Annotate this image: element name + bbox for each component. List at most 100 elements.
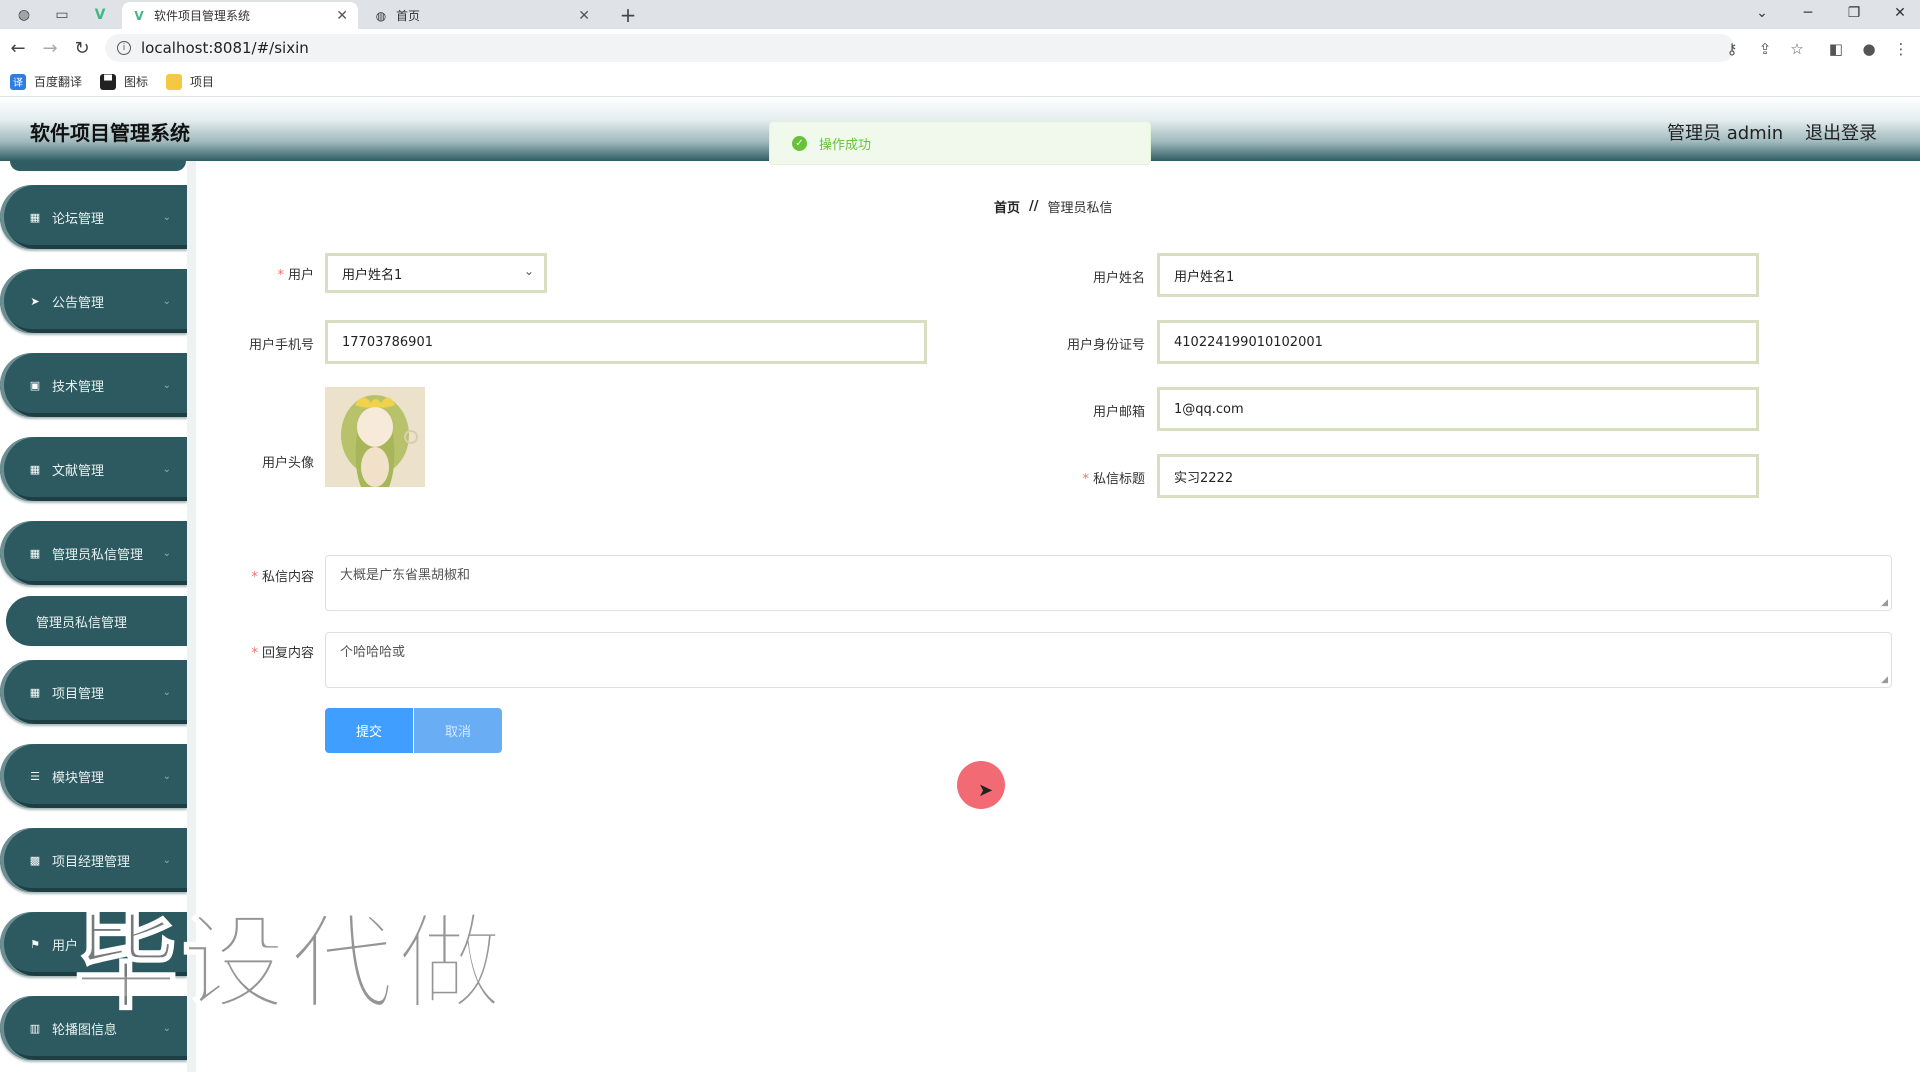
sidebar-item-label: 技术管理 [52,379,105,395]
folder-dark-icon: ▀ [100,73,117,90]
user-label: * 用户 [277,268,314,283]
tab-app[interactable]: V 软件项目管理系统 ✕ [122,2,358,29]
sidebar-item-partial[interactable] [10,161,186,171]
url-input[interactable]: i localhost:8081/#/sixin [105,34,1735,62]
reply-textarea[interactable]: 个哈哈哈或 ◢ [325,632,1892,688]
close-icon[interactable]: ✕ [578,8,590,24]
forward-icon[interactable]: → [38,37,62,59]
watermark: 毕设代做 [73,901,507,1025]
msg-title-value: 实习2222 [1174,470,1234,486]
sidebar-item-admin-message[interactable]: ▦ 管理员私信管理 ⌄ [0,521,187,585]
sidebar-item-label: 模块管理 [52,770,105,786]
sidebar-item-module[interactable]: ☰ 模块管理 ⌄ [0,744,187,808]
breadcrumb-current: 管理员私信 [1047,201,1113,216]
msg-content-label: * 私信内容 [251,570,314,585]
email-field[interactable]: 1@qq.com [1157,387,1759,431]
app-title: 软件项目管理系统 [30,121,190,145]
sidebar-subitem-admin-message[interactable]: 管理员私信管理 [6,596,187,646]
sidebar-item-forum[interactable]: ▦ 论坛管理 ⌄ [0,185,187,249]
bookmark-item[interactable]: ▀ 图标 [100,73,148,90]
sidebar-item-label: 管理员私信管理 [52,547,144,563]
new-tab-icon[interactable]: + [616,3,640,27]
sidebar-item-notice[interactable]: ➤ 公告管理 ⌄ [0,269,187,333]
sidebar-item-literature[interactable]: ▦ 文献管理 ⌄ [0,437,187,501]
bookmark-item[interactable]: 项目 [166,73,214,90]
sliders-icon: ☰ [30,769,40,783]
chart-icon: ▥ [29,1021,41,1035]
success-toast: ✓ 操作成功 [769,121,1151,165]
key-icon[interactable]: ⚷ [1722,39,1742,59]
vue-icon: V [134,8,144,23]
share-icon[interactable]: ⇪ [1755,39,1775,59]
logout-link[interactable]: 退出登录 [1805,119,1877,145]
sidebar-item-label: 论坛管理 [52,211,105,227]
chevron-down-icon: ⌄ [162,463,171,475]
id-card-label: 用户身份证号 [1066,338,1145,353]
clipboard-icon: ▣ [29,378,41,392]
star-icon[interactable]: ☆ [1787,39,1807,59]
submit-button[interactable]: 提交 [325,708,413,753]
bookmark-label: 图标 [124,75,149,89]
user-name-field[interactable]: 用户姓名1 [1157,253,1759,297]
email-label: 用户邮箱 [1092,405,1145,420]
bookmark-label: 项目 [190,75,215,89]
resize-handle-icon[interactable]: ◢ [1881,598,1888,608]
restore-icon[interactable]: ❐ [1839,2,1869,24]
reload-icon[interactable]: ↻ [70,37,94,59]
back-icon[interactable]: ← [6,37,30,59]
menu-icon[interactable]: ⋮ [1891,39,1911,59]
reply-value: 个哈哈哈或 [340,645,406,660]
profile-icon[interactable]: ● [1859,39,1879,59]
bookmark-item[interactable]: 译 百度翻译 [10,73,82,90]
sidebar-item-project[interactable]: ▦ 项目管理 ⌄ [0,660,187,724]
user-select[interactable]: 用户姓名1 ⌄ [325,253,547,293]
sidebar-subitem-label: 管理员私信管理 [36,615,128,631]
tab-title: 首页 [396,9,421,23]
id-card-field[interactable]: 410224199010102001 [1157,320,1759,364]
tab-list-icon[interactable]: ⌄ [1747,2,1777,24]
admin-label: 管理员 admin [1667,123,1784,144]
send-icon: ➤ [30,294,40,308]
address-bar: ← → ↻ i localhost:8081/#/sixin ⚷ ⇪ ☆ ◧ ●… [0,29,1920,67]
sidebar-item-label: 文献管理 [52,463,105,479]
resize-handle-icon[interactable]: ◢ [1881,675,1888,685]
url-text: localhost:8081/#/sixin [141,39,309,57]
close-icon[interactable]: ✕ [336,8,348,24]
user-name-value: 用户姓名1 [1174,269,1235,285]
apps-icon: ▩ [29,853,41,867]
avatar-image [325,387,425,487]
phone-field[interactable]: 17703786901 [325,320,927,364]
bookmark-label: 百度翻译 [34,75,83,89]
bookmarks-bar: 译 百度翻译 ▀ 图标 项目 [0,67,1920,97]
info-icon[interactable]: i [117,41,131,55]
chevron-down-icon: ⌄ [162,547,171,559]
sidebar-item-label: 公告管理 [52,295,105,311]
close-window-icon[interactable]: ✕ [1885,2,1915,24]
breadcrumb-home[interactable]: 首页 [994,197,1020,216]
id-card-value: 410224199010102001 [1174,334,1323,350]
sidepanel-icon[interactable]: ◧ [1826,39,1846,59]
blank-tab-icon[interactable]: ▭ [48,4,76,26]
tab-home[interactable]: ◍ 首页 ✕ [364,2,600,29]
msg-content-textarea[interactable]: 大概是广东省黑胡椒和 ◢ [325,555,1892,611]
sidebar-item-tech[interactable]: ▣ 技术管理 ⌄ [0,353,187,417]
globe-icon: ◍ [375,8,387,23]
browser-tab-bar: ◍ ▭ V V 软件项目管理系统 ✕ ◍ 首页 ✕ + ⌄ ─ ❐ ✕ [0,0,1920,29]
cancel-button[interactable]: 取消 [414,708,502,753]
flag-icon: ⚑ [30,937,40,951]
grid-icon: ▦ [29,685,41,699]
user-name-label: 用户姓名 [1092,271,1145,286]
chevron-down-icon: ⌄ [162,686,171,698]
grid-icon: ▦ [29,546,41,560]
phone-value: 17703786901 [342,334,433,350]
globe-icon[interactable]: ◍ [10,4,38,26]
email-value: 1@qq.com [1174,401,1244,417]
minimize-icon[interactable]: ─ [1793,2,1823,24]
sidebar-item-label: 项目经理管理 [52,854,131,870]
vue-icon[interactable]: V [86,4,114,26]
user-select-value: 用户姓名1 [342,267,403,283]
avatar[interactable] [325,387,425,487]
msg-content-value: 大概是广东省黑胡椒和 [340,568,471,583]
msg-title-field[interactable]: 实习2222 [1157,454,1759,498]
sidebar-item-label: 项目管理 [52,686,105,702]
